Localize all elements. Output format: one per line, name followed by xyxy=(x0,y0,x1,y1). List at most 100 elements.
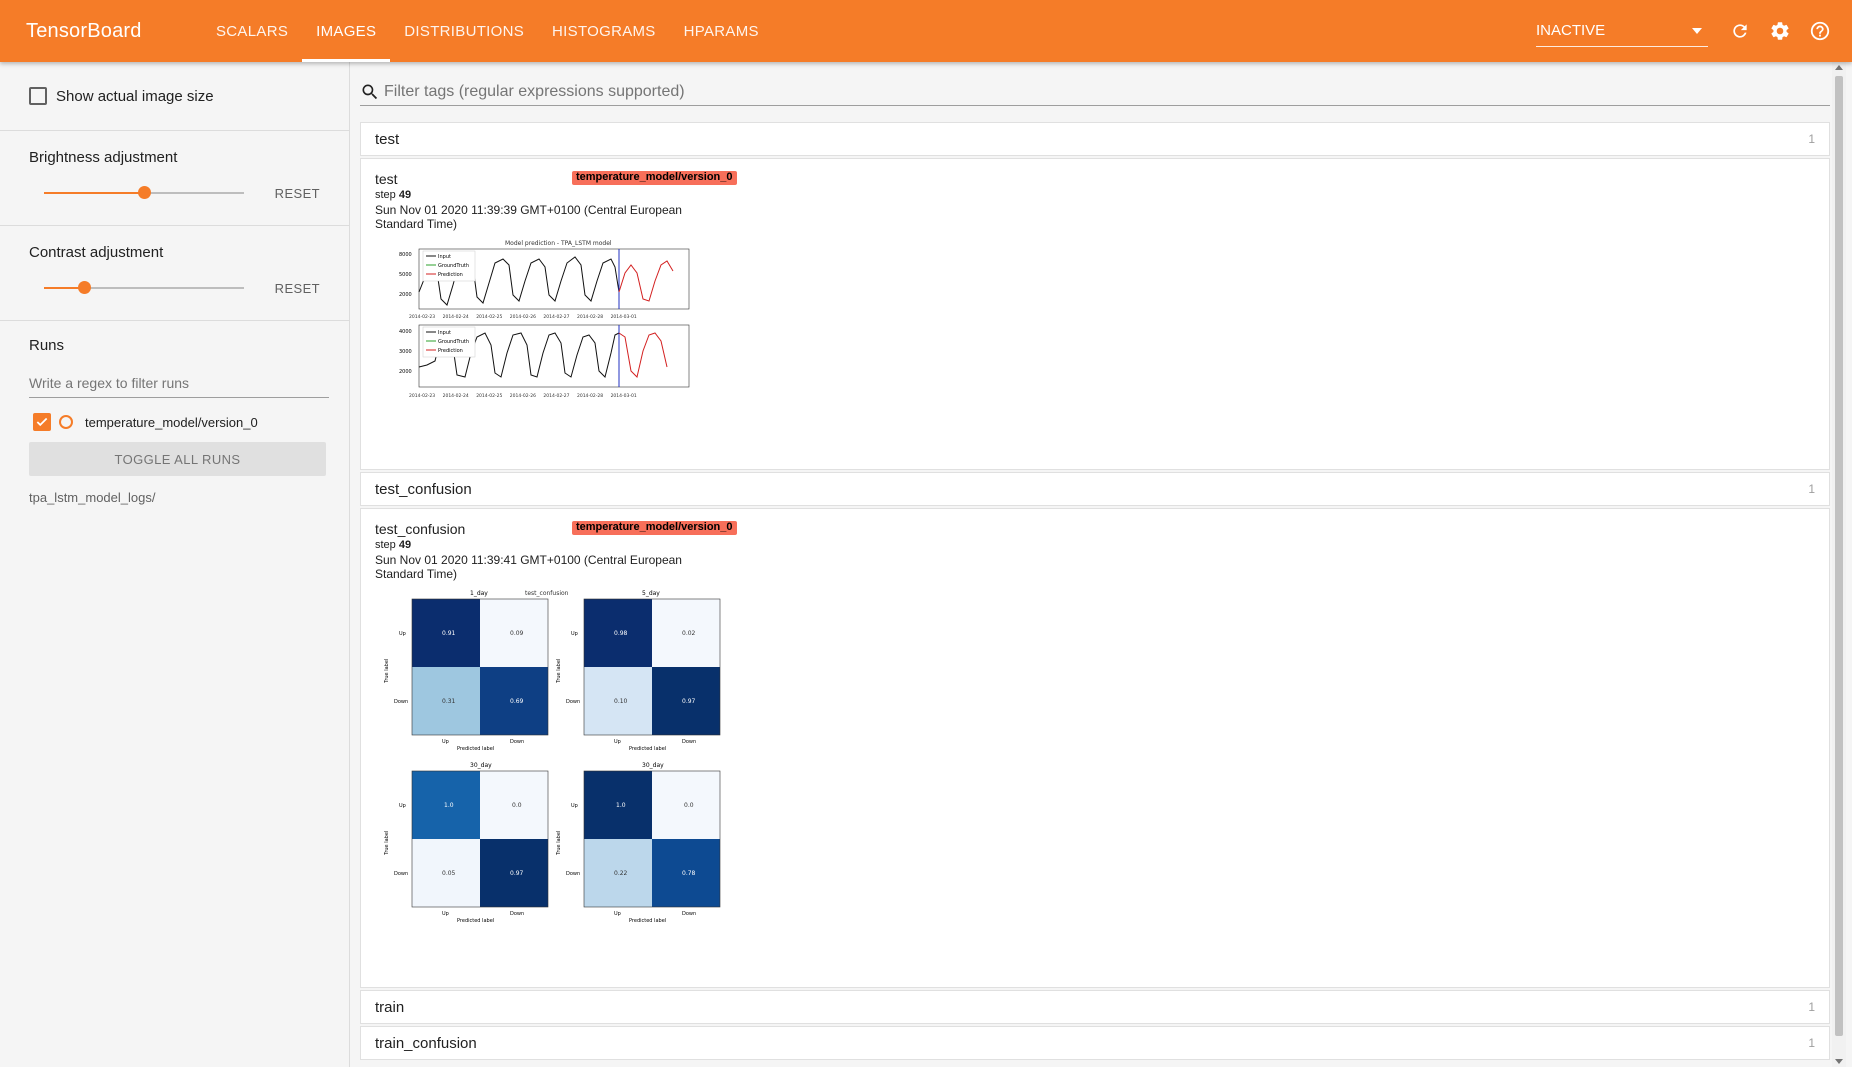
svg-text:Predicted label: Predicted label xyxy=(457,918,494,924)
logdir-label: tpa_lstm_model_logs/ xyxy=(29,490,156,505)
svg-text:1.0: 1.0 xyxy=(444,802,454,809)
svg-text:0.22: 0.22 xyxy=(614,870,628,877)
svg-text:0.78: 0.78 xyxy=(682,870,696,877)
run-name: temperature_model/version_0 xyxy=(85,414,258,430)
svg-text:Up: Up xyxy=(442,739,449,745)
svg-text:GroundTruth: GroundTruth xyxy=(438,263,469,269)
card-step: step 49 xyxy=(375,539,412,551)
svg-text:Down: Down xyxy=(510,911,524,917)
app-brand: TensorBoard xyxy=(26,19,142,42)
image-card: test_confusion temperature_model/version… xyxy=(375,521,737,936)
plugin-tabs: SCALARS IMAGES DISTRIBUTIONS HISTOGRAMS … xyxy=(202,0,773,62)
svg-text:8000: 8000 xyxy=(399,252,412,258)
tab-scalars[interactable]: SCALARS xyxy=(202,0,302,62)
category-count: 1 xyxy=(1808,482,1815,496)
svg-text:Down: Down xyxy=(566,871,580,877)
run-checkbox[interactable] xyxy=(33,413,51,431)
brightness-label: Brightness adjustment xyxy=(29,149,178,166)
prediction-plot-image[interactable]: Model prediction - TPA_LSTM model 8000 5… xyxy=(375,237,735,414)
svg-text:Down: Down xyxy=(566,699,580,705)
svg-text:Model prediction - TPA_LSTM mo: Model prediction - TPA_LSTM model xyxy=(505,240,612,247)
svg-text:0.98: 0.98 xyxy=(614,630,628,637)
svg-text:Up: Up xyxy=(571,631,578,637)
category-count: 1 xyxy=(1808,1036,1815,1050)
category-name: test_confusion xyxy=(375,480,472,498)
svg-text:0.0: 0.0 xyxy=(512,802,522,809)
tag-filter-placeholder: Filter tags (regular expressions support… xyxy=(384,82,685,100)
settings-icon[interactable] xyxy=(1760,11,1800,51)
svg-text:Down: Down xyxy=(394,871,408,877)
svg-text:Predicted label: Predicted label xyxy=(629,918,666,924)
svg-text:2000: 2000 xyxy=(399,369,412,375)
svg-text:Up: Up xyxy=(614,739,621,745)
category-body-test-confusion: test_confusion temperature_model/version… xyxy=(360,508,1830,988)
svg-text:Up: Up xyxy=(399,631,406,637)
tab-histograms[interactable]: HISTOGRAMS xyxy=(538,0,670,62)
svg-text:Input: Input xyxy=(438,254,451,260)
svg-text:0.97: 0.97 xyxy=(682,698,696,705)
svg-text:Down: Down xyxy=(510,739,524,745)
toggle-all-runs-button[interactable]: TOGGLE ALL RUNS xyxy=(29,442,326,476)
svg-text:True label: True label xyxy=(384,831,390,856)
tab-hparams[interactable]: HPARAMS xyxy=(670,0,773,62)
svg-text:2014-02-23 2014-02: 2014-02-23 2014-02-24 2014-02-25 2014-02… xyxy=(409,314,637,320)
category-body-test: test temperature_model/version_0 step 49… xyxy=(360,158,1830,470)
main-content: Filter tags (regular expressions support… xyxy=(358,62,1832,1067)
svg-text:30_day: 30_day xyxy=(642,762,664,769)
scrollbar-thumb[interactable] xyxy=(1835,76,1843,1036)
sidebar: Show actual image size Brightness adjust… xyxy=(0,62,350,1067)
search-icon xyxy=(362,84,378,99)
svg-text:Down: Down xyxy=(682,739,696,745)
svg-text:0.91: 0.91 xyxy=(442,630,456,637)
contrast-slider-thumb[interactable] xyxy=(78,281,91,294)
svg-text:1.0: 1.0 xyxy=(616,802,626,809)
svg-text:3000: 3000 xyxy=(399,349,412,355)
svg-text:2000: 2000 xyxy=(399,292,412,298)
category-header-test[interactable]: test 1 xyxy=(360,122,1830,156)
run-item: temperature_model/version_0 xyxy=(29,402,320,442)
card-timestamp: Sun Nov 01 2020 11:39:41 GMT+0100 (Centr… xyxy=(375,553,682,581)
card-step: step 49 xyxy=(375,189,412,201)
category-count: 1 xyxy=(1808,132,1815,146)
svg-text:Up: Up xyxy=(614,911,621,917)
confusion-matrix-image[interactable]: test_confusion 1_day 0.91 0.09 0.31 0.69… xyxy=(375,587,735,936)
main-scrollbar[interactable] xyxy=(1832,62,1846,1067)
show-actual-size-checkbox[interactable]: Show actual image size xyxy=(29,62,320,130)
brightness-slider[interactable] xyxy=(44,186,244,199)
svg-text:1_day: 1_day xyxy=(470,590,488,597)
svg-text:Up: Up xyxy=(571,803,578,809)
card-timestamp: Sun Nov 01 2020 11:39:39 GMT+0100 (Centr… xyxy=(375,203,682,231)
run-color-icon[interactable] xyxy=(59,415,73,429)
category-header-test-confusion[interactable]: test_confusion 1 xyxy=(360,472,1830,506)
run-filter-input[interactable]: Write a regex to filter runs xyxy=(29,368,329,398)
reload-status-select[interactable]: INACTIVE xyxy=(1536,15,1708,47)
contrast-slider[interactable] xyxy=(44,281,244,294)
tag-filter-input[interactable]: Filter tags (regular expressions support… xyxy=(360,78,1830,106)
reload-status-value: INACTIVE xyxy=(1536,22,1606,39)
tab-images[interactable]: IMAGES xyxy=(302,0,391,62)
scroll-down-icon[interactable] xyxy=(1835,1059,1843,1064)
chevron-down-icon xyxy=(1692,27,1702,34)
svg-text:0.09: 0.09 xyxy=(510,630,524,637)
svg-text:5000: 5000 xyxy=(399,272,412,278)
runs-title: Runs xyxy=(29,337,65,354)
svg-text:test_confusion: test_confusion xyxy=(525,590,569,597)
run-badge: temperature_model/version_0 xyxy=(572,171,737,185)
top-app-bar: TensorBoard SCALARS IMAGES DISTRIBUTIONS… xyxy=(0,0,1852,62)
scroll-up-icon[interactable] xyxy=(1835,65,1843,70)
svg-text:True label: True label xyxy=(556,659,562,684)
brightness-reset-button[interactable]: RESET xyxy=(275,186,320,201)
tab-distributions[interactable]: DISTRIBUTIONS xyxy=(390,0,538,62)
svg-text:0.69: 0.69 xyxy=(510,698,524,705)
check-icon xyxy=(36,417,48,427)
svg-text:Input: Input xyxy=(438,330,451,336)
brightness-slider-thumb[interactable] xyxy=(138,186,151,199)
category-header-train[interactable]: train 1 xyxy=(360,990,1830,1024)
refresh-icon[interactable] xyxy=(1720,11,1760,51)
help-icon[interactable] xyxy=(1800,11,1840,51)
svg-text:0.10: 0.10 xyxy=(614,698,628,705)
svg-text:0.31: 0.31 xyxy=(442,698,456,705)
contrast-reset-button[interactable]: RESET xyxy=(275,281,320,296)
checkbox-icon xyxy=(29,87,47,105)
category-header-train-confusion[interactable]: train_confusion 1 xyxy=(360,1026,1830,1060)
